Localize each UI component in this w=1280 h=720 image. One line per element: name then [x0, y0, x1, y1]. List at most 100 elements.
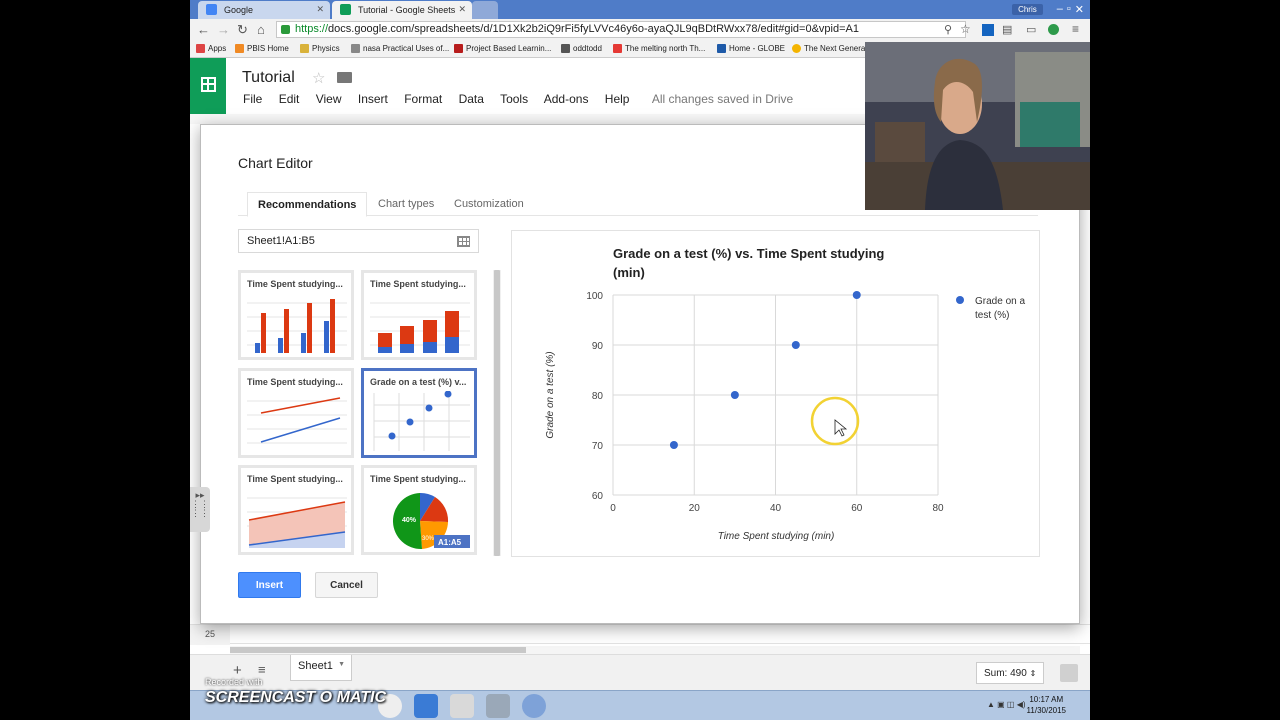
side-panel-handle[interactable]: ▸▸ ⋮⋮ ⋮⋮ [190, 487, 210, 532]
clock[interactable]: 10:17 AM 11/30/2015 [1027, 694, 1066, 716]
restore-icon[interactable]: ▫ [1067, 3, 1071, 15]
bookmark-oddtodd[interactable]: oddtodd [561, 44, 602, 53]
home-icon[interactable]: ⌂ [257, 22, 265, 37]
y-tick-label: 90 [592, 341, 604, 352]
bookmark-icon [561, 44, 570, 53]
tab-google[interactable]: Google ✕ [198, 1, 330, 19]
cast-icon[interactable]: ▭ [1026, 23, 1036, 36]
column-chart-preview [247, 299, 347, 353]
data-range-field[interactable]: Sheet1!A1:B5 [238, 229, 479, 253]
x-tick-label: 40 [770, 503, 782, 514]
tab-tutorial-sheets[interactable]: Tutorial - Google Sheets ✕ [332, 1, 472, 19]
webcam-overlay [865, 42, 1090, 210]
address-bar: ← → ↻ ⌂ https://docs.google.com/spreadsh… [190, 19, 1090, 40]
menu-help[interactable]: Help [605, 92, 630, 106]
bookmark-pbl[interactable]: Project Based Learnin... [454, 44, 551, 53]
extension-icon[interactable]: ▤ [1002, 23, 1012, 36]
folder-icon[interactable] [337, 72, 352, 83]
horizontal-scrollbar[interactable] [230, 646, 1080, 654]
java-icon[interactable] [450, 694, 474, 718]
menu-addons[interactable]: Add-ons [544, 92, 589, 106]
sheet-tab[interactable]: Sheet1 ▼ [290, 655, 352, 681]
row-25: 25 [190, 624, 1090, 645]
url-scheme: https:// [295, 23, 329, 35]
bookmark-nasa[interactable]: nasa Practical Uses of... [351, 44, 449, 53]
cancel-button[interactable]: Cancel [315, 572, 378, 598]
forward-icon[interactable]: → [217, 22, 230, 37]
select-range-icon[interactable] [457, 236, 470, 247]
save-status[interactable]: All changes saved in Drive [652, 92, 793, 106]
menu-insert[interactable]: Insert [358, 92, 388, 106]
user-badge[interactable]: Chris [1012, 3, 1043, 15]
menu-data[interactable]: Data [459, 92, 484, 106]
bookmark-melting-north[interactable]: The melting north Th... [613, 44, 705, 53]
document-title[interactable]: Tutorial [242, 69, 295, 87]
notes-app-icon[interactable] [414, 694, 438, 718]
data-range-text: Sheet1!A1:B5 [247, 235, 315, 247]
scrollbar-thumb[interactable] [494, 270, 500, 556]
system-tray-icons[interactable]: ▲ ▣ ◫ ◀) [987, 700, 1026, 709]
bookmark-next-generation[interactable]: The Next Generat [792, 44, 868, 53]
drive-extension-icon[interactable] [1048, 24, 1059, 35]
menu-icon[interactable]: ≡ [1072, 22, 1079, 36]
new-tab-button[interactable] [472, 1, 498, 19]
thumbnail-scatter-chart[interactable]: Grade on a test (%) v... [361, 368, 477, 458]
thumbnail-scrollbar[interactable] [493, 270, 501, 556]
thumbnail-title: Time Spent studying... [370, 474, 466, 484]
data-point [791, 341, 800, 349]
bookmark-globe[interactable]: Home - GLOBE [717, 44, 785, 53]
menu-tools[interactable]: Tools [500, 92, 528, 106]
scrollbar-thumb[interactable] [230, 647, 526, 653]
extension-s-icon[interactable] [982, 24, 994, 36]
thumbnail-pie-chart[interactable]: Time Spent studying... 40% 30% A1:A5 [361, 465, 477, 555]
menu-file[interactable]: File [243, 92, 262, 106]
menu-edit[interactable]: Edit [279, 92, 300, 106]
bookmark-pbis[interactable]: PBIS Home [235, 44, 289, 53]
bookmark-label: nasa Practical Uses of... [363, 44, 450, 53]
tab-recommendations[interactable]: Recommendations [247, 192, 368, 217]
url-field[interactable]: https://docs.google.com/spreadsheets/d/1… [276, 21, 966, 38]
sheets-icon [340, 4, 351, 15]
url-text: docs.google.com/spreadsheets/d/1D1Xk2b2i… [328, 23, 859, 35]
back-icon[interactable]: ← [197, 22, 210, 37]
star-icon[interactable]: ☆ [312, 69, 325, 87]
zoom-icon[interactable]: ⚲ [944, 23, 952, 36]
close-window-icon[interactable]: ✕ [1075, 3, 1084, 16]
tab-customization[interactable]: Customization [444, 192, 534, 217]
menu-view[interactable]: View [316, 92, 342, 106]
row-number: 25 [190, 625, 230, 645]
thumbnail-title: Time Spent studying... [247, 474, 343, 484]
bookmark-label: The Next Generat [804, 44, 868, 53]
bookmark-icon [613, 44, 622, 53]
browser-tab-bar: Google ✕ Tutorial - Google Sheets ✕ Chri… [190, 0, 1090, 19]
explore-button[interactable] [1060, 664, 1078, 682]
camera-app-icon[interactable] [486, 694, 510, 718]
chevron-down-icon[interactable]: ▼ [338, 661, 345, 668]
chart-title-line2: (min) [613, 265, 645, 280]
thumbnail-title: Grade on a test (%) v... [370, 377, 467, 387]
bookmark-label: Project Based Learnin... [466, 44, 552, 53]
clock-time: 10:17 AM [1029, 695, 1064, 704]
sheets-logo[interactable] [190, 58, 226, 114]
thumbnail-column-chart[interactable]: Time Spent studying... [238, 270, 354, 360]
sum-indicator[interactable]: Sum: 490 ⇕ [976, 662, 1044, 684]
minimize-icon[interactable]: – [1057, 3, 1063, 15]
bookmark-star-icon[interactable]: ☆ [960, 22, 971, 36]
area-chart-preview [247, 497, 347, 548]
thumbnail-stacked-column-chart[interactable]: Time Spent studying... [361, 270, 477, 360]
close-icon[interactable]: ✕ [316, 4, 324, 15]
close-icon[interactable]: ✕ [458, 4, 466, 15]
reload-icon[interactable]: ↻ [237, 22, 248, 38]
thumbnail-area-chart[interactable]: Time Spent studying... [238, 465, 354, 555]
screencast-app-icon[interactable] [522, 694, 546, 718]
stacked-column-preview [370, 302, 470, 353]
x-tick-label: 20 [689, 503, 701, 514]
menu-format[interactable]: Format [404, 92, 442, 106]
tab-chart-types[interactable]: Chart types [368, 192, 444, 217]
bookmark-physics[interactable]: Physics [300, 44, 340, 53]
sheet-list-icon[interactable]: ≡ [258, 662, 266, 677]
thumbnail-line-chart[interactable]: Time Spent studying... [238, 368, 354, 458]
insert-button[interactable]: Insert [238, 572, 301, 598]
bookmark-apps[interactable]: Apps [196, 44, 226, 53]
menu-bar: File Edit View Insert Format Data Tools … [243, 92, 806, 106]
